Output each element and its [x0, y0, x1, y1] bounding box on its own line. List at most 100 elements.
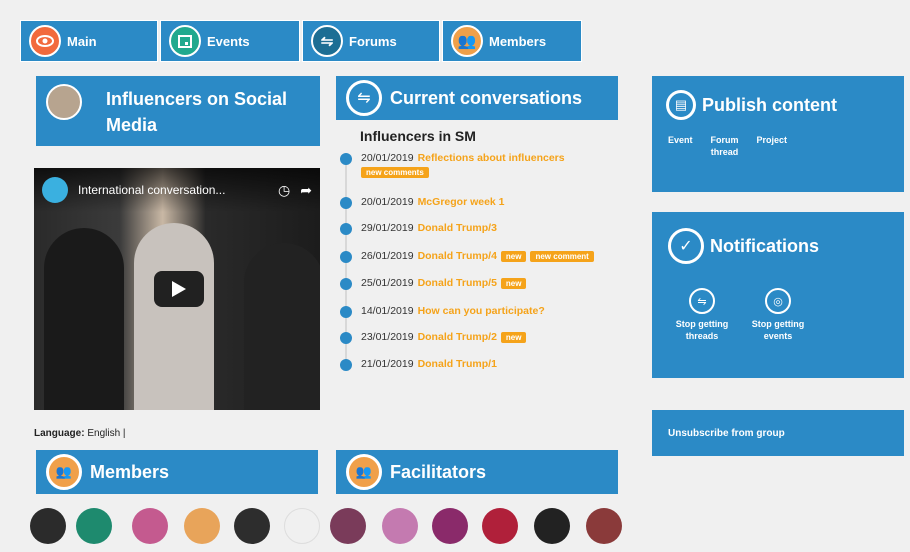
- play-button[interactable]: [154, 271, 204, 307]
- stop-threads-label: Stop getting threads: [675, 319, 729, 341]
- conversation-content: 14/01/2019 How can you participate?: [361, 305, 545, 317]
- group-title-panel: Influencers on Social Media: [36, 76, 320, 146]
- tab-main[interactable]: Main: [20, 20, 158, 62]
- avatar[interactable]: [482, 508, 518, 544]
- facilitators-icon: 👥: [346, 454, 382, 490]
- notifications-panel: ✓ Notifications ⇋ Stop getting threads ◎…: [652, 212, 904, 378]
- stop-events-option[interactable]: ◎ Stop getting events: [746, 288, 810, 342]
- tab-main-label: Main: [67, 33, 97, 49]
- avatar[interactable]: [534, 508, 570, 544]
- publish-header: ▤ Publish content: [652, 76, 904, 120]
- stop-threads-option[interactable]: ⇋ Stop getting threads: [670, 288, 734, 342]
- members-icon: 👥: [451, 25, 483, 57]
- conversation-item[interactable]: 29/01/2019 Donald Trump/3: [340, 222, 497, 235]
- avatar[interactable]: [184, 508, 220, 544]
- conversation-date: 23/01/2019: [361, 331, 414, 343]
- conversation-content: 20/01/2019 Reflections about influencers n…: [361, 152, 565, 178]
- unsubscribe-label: Unsubscribe from group: [668, 427, 785, 439]
- group-title: Influencers on Social Media: [106, 89, 288, 135]
- eye-icon: [29, 25, 61, 57]
- conversation-date: 25/01/2019: [361, 277, 414, 289]
- avatar[interactable]: [330, 508, 366, 544]
- conversations-header: ⇋ Current conversations: [336, 76, 618, 120]
- stop-events-label: Stop getting events: [751, 319, 805, 341]
- conversations-title: Current conversations: [390, 87, 583, 108]
- conversation-badge: new: [500, 332, 527, 343]
- conversation-badge: new comment: [530, 251, 594, 262]
- publish-forum-thread-link[interactable]: Forum thread: [705, 134, 745, 158]
- conversation-link[interactable]: Donald Trump/5: [418, 277, 497, 289]
- conversation-item[interactable]: 21/01/2019 Donald Trump/1: [340, 358, 497, 371]
- conversation-item[interactable]: 20/01/2019 McGregor week 1: [340, 196, 505, 209]
- publish-event-link[interactable]: Event: [668, 134, 693, 158]
- avatar[interactable]: [382, 508, 418, 544]
- conversation-badge: new comments: [361, 167, 429, 178]
- conversation-badge: new: [500, 278, 527, 289]
- conversation-link[interactable]: Donald Trump/1: [418, 358, 497, 370]
- avatar[interactable]: [284, 508, 320, 544]
- conversation-item[interactable]: 26/01/2019 Donald Trump/4 new new comment: [340, 250, 594, 263]
- tab-forums[interactable]: ⇋ Forums: [302, 20, 440, 62]
- conversation-content: 23/01/2019 Donald Trump/2 new: [361, 331, 527, 343]
- conversation-content: 21/01/2019 Donald Trump/1: [361, 358, 497, 370]
- publish-title: Publish content: [702, 94, 837, 115]
- avatar[interactable]: [234, 508, 270, 544]
- facilitators-header: 👥 Facilitators: [336, 450, 618, 494]
- members-title: Members: [90, 461, 170, 482]
- tab-members[interactable]: 👥 Members: [442, 20, 582, 62]
- language-label: Language:: [34, 428, 85, 439]
- person-right: [244, 243, 320, 410]
- document-icon: ▤: [666, 90, 696, 120]
- conversation-link[interactable]: How can you participate?: [418, 305, 545, 317]
- tab-events[interactable]: Events: [160, 20, 300, 62]
- facilitators-title: Facilitators: [390, 461, 487, 482]
- conversation-item[interactable]: 14/01/2019 How can you participate?: [340, 305, 545, 318]
- conversation-link[interactable]: Reflections about influencers: [418, 152, 565, 164]
- conversation-content: 20/01/2019 McGregor week 1: [361, 196, 505, 208]
- tab-events-label: Events: [207, 33, 250, 49]
- tab-members-label: Members: [489, 33, 547, 49]
- timeline-dot: [340, 197, 352, 209]
- unsubscribe-button[interactable]: Unsubscribe from group: [652, 410, 904, 456]
- members-header: 👥 Members: [36, 450, 318, 494]
- conversation-badge: new: [500, 251, 527, 262]
- conversation-date: 29/01/2019: [361, 222, 414, 234]
- language-row: Language: English |: [34, 428, 126, 439]
- publish-project-link[interactable]: Project: [757, 134, 788, 158]
- person-left: [44, 228, 124, 410]
- timeline-dot: [340, 359, 352, 371]
- avatar[interactable]: [432, 508, 468, 544]
- avatar[interactable]: [132, 508, 168, 544]
- group-avatar: [46, 84, 82, 120]
- play-icon: [172, 281, 186, 297]
- share-icon[interactable]: ➦: [300, 182, 312, 199]
- conversation-item[interactable]: 23/01/2019 Donald Trump/2 new: [340, 331, 527, 344]
- video-title: International conversation...: [78, 183, 226, 197]
- avatar[interactable]: [76, 508, 112, 544]
- conversation-link[interactable]: Donald Trump/3: [418, 222, 497, 234]
- video-player[interactable]: International conversation... ◷ ➦: [34, 168, 320, 410]
- check-icon: ✓: [668, 228, 704, 264]
- conversation-date: 14/01/2019: [361, 305, 414, 317]
- conversation-link[interactable]: Donald Trump/4: [418, 250, 497, 262]
- conversation-item[interactable]: 20/01/2019 Reflections about influencers n…: [340, 152, 565, 178]
- timeline-dot: [340, 278, 352, 290]
- members-icon: 👥: [46, 454, 82, 490]
- conversation-item[interactable]: 25/01/2019 Donald Trump/5 new: [340, 277, 527, 290]
- publish-panel: ▤ Publish content Event Forum thread Pro…: [652, 76, 904, 192]
- conversation-content: 25/01/2019 Donald Trump/5 new: [361, 277, 527, 289]
- conversation-link[interactable]: McGregor week 1: [418, 196, 505, 208]
- notifications-header: ✓ Notifications: [652, 212, 904, 264]
- conversation-content: 26/01/2019 Donald Trump/4 new new comment: [361, 250, 594, 262]
- forum-icon: ⇋: [346, 80, 382, 116]
- forum-icon: ⇋: [689, 288, 715, 314]
- avatar[interactable]: [30, 508, 66, 544]
- conversation-date: 20/01/2019: [361, 196, 414, 208]
- forum-icon: ⇋: [311, 25, 343, 57]
- conversation-link[interactable]: Donald Trump/2: [418, 331, 497, 343]
- clock-icon[interactable]: ◷: [278, 182, 290, 199]
- timeline-dot: [340, 332, 352, 344]
- channel-icon: [42, 177, 68, 203]
- avatar[interactable]: [586, 508, 622, 544]
- conversation-date: 26/01/2019: [361, 250, 414, 262]
